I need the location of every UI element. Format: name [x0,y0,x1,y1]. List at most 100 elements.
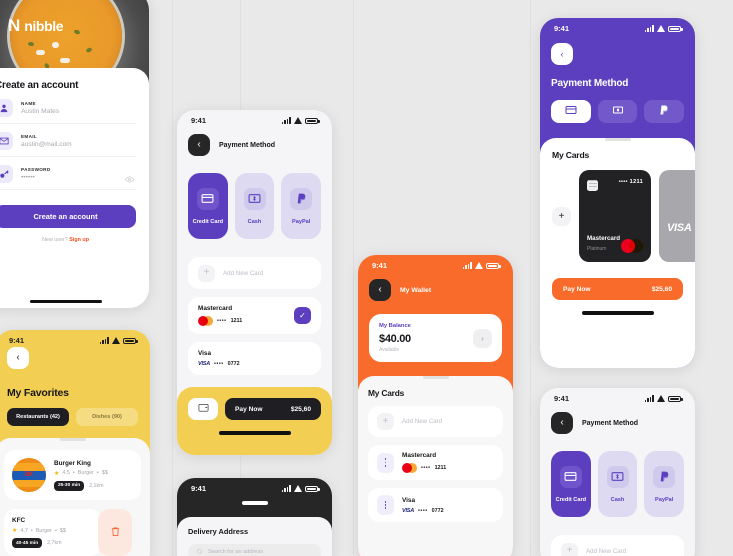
add-new-card-button[interactable]: + Add New Card [368,406,503,437]
card-selected-check-icon[interactable]: ✓ [294,307,311,324]
more-options-icon[interactable] [377,452,394,473]
password-field[interactable]: PASSWORD •••••• [0,157,136,190]
signup-footer: New user? Sign up [0,237,136,243]
chevron-right-icon[interactable]: › [473,328,492,348]
back-button[interactable]: ‹ [551,43,573,65]
favorites-tabs: Restaurants (42) Dishes (90) [7,408,138,426]
credit-card-visa[interactable]: •••• 0772 VISA [659,170,695,262]
home-indicator [581,311,654,315]
card-number: •••• 1211 [402,463,446,473]
map-drag-handle[interactable] [241,501,268,505]
tab-cash[interactable]: Cash [234,173,275,239]
list-item[interactable]: KFC ★ 4,7 • Burger • $$ 40-45 min 2,7km [4,509,101,556]
card-dots: •••• [421,465,431,471]
list-item[interactable]: BK Burger King ★ 4.5 • Burger • $$ 25-30… [4,450,141,500]
layout-guide [530,0,531,556]
search-icon [196,548,203,556]
add-new-card-button[interactable]: + Add New Card [551,535,684,556]
status-icons [644,395,683,402]
wifi-icon [112,337,120,344]
visa-icon: VISA [667,222,692,234]
card-number: VISA •••• 0772 [402,508,444,514]
card-brand: Mastercard [587,235,621,242]
pay-now-amount: $25,60 [290,405,311,413]
plus-icon: + [198,264,215,282]
page-title: Create an account [0,80,79,91]
name-value: Austin Mates [21,108,60,115]
card-name: Mastercard [198,305,233,312]
tab-paypal[interactable]: PayPal [281,173,322,239]
tab-cash[interactable]: Cash [597,451,638,517]
header-row: ‹ Payment Method [551,412,684,434]
balance-card[interactable]: My Balance $40.00 Available › [369,314,502,362]
card-row-visa[interactable]: Visa VISA •••• 0772 [188,342,321,375]
home-indicator [218,431,291,435]
card-tier: Platinum [587,246,607,252]
envelope-icon [0,132,13,150]
back-button[interactable]: ‹ [551,412,573,434]
paypal-icon [658,103,670,121]
tab-credit-card[interactable]: Credit Card [551,451,591,517]
screens-canvas: N nibble Create an account NAME Austin M… [0,0,733,556]
payment-method-tabs: Credit Card Cash PayPal [188,173,322,239]
credit-card-mastercard[interactable]: •••• 1211 Mastercard Platinum [579,170,651,262]
wallet-button[interactable] [188,398,218,420]
screen-delivery-address: 9:41 Delivery Address Search for an addr… [177,478,332,556]
delete-button[interactable] [98,509,132,556]
create-account-button[interactable]: Create an account [0,205,136,228]
status-bar: 9:41 [177,110,332,127]
screen-favorites: 9:41 ‹ My Favorites Restaurants (42) Dis… [0,330,150,556]
wallet-cards-sheet: My Cards + Add New Card Mastercard •••• … [358,376,513,556]
cards-carousel[interactable]: + •••• 1211 Mastercard Platinum •••• 077… [540,170,695,262]
add-card-label: Add New Card [402,418,443,425]
logo-wordmark: nibble [24,17,64,34]
card-row-mastercard[interactable]: Mastercard •••• 1211 ✓ [188,297,321,334]
tab-dishes[interactable]: Dishes (90) [76,408,138,426]
card-row-mastercard[interactable]: Mastercard •••• 1211 [368,445,503,480]
pay-now-button[interactable]: Pay Now $25,60 [225,398,321,420]
status-time: 9:41 [372,261,388,270]
logo-mark-icon: N [8,16,20,35]
sheet-grabber[interactable] [59,438,86,441]
tab-restaurants[interactable]: Restaurants (42) [7,408,69,426]
back-button[interactable]: ‹ [7,347,29,369]
tab-cash[interactable] [597,100,638,123]
sheet-grabber[interactable] [422,376,449,379]
address-search-input[interactable]: Search for an address [188,543,321,556]
card-name: Mastercard [402,452,437,459]
screen-create-account: N nibble Create an account NAME Austin M… [0,0,149,308]
signal-icon [644,395,654,402]
email-field[interactable]: EMAIL austin@mail.com [0,124,136,157]
name-field[interactable]: NAME Austin Mates [0,91,136,124]
payment-method-tabs: Credit Card Cash PayPal [551,451,685,517]
add-card-button[interactable]: + [552,206,571,226]
pay-now-button[interactable]: Pay Now $25,60 [552,278,683,300]
mastercard-icon [621,239,643,253]
wifi-icon [657,25,665,32]
card-dots: •••• [214,361,224,367]
more-options-icon[interactable] [377,495,394,515]
card-name: Visa [198,350,212,357]
user-icon [0,99,13,117]
back-button[interactable]: ‹ [188,134,210,156]
add-card-label: Add New Card [586,547,627,555]
eye-icon[interactable] [125,171,134,183]
status-time: 9:41 [554,24,570,33]
tab-paypal[interactable]: PayPal [644,451,685,517]
add-new-card-button[interactable]: + Add New Card [188,257,321,289]
restaurant-delivery: 40-45 min 2,7km [12,538,93,548]
tab-credit-card[interactable] [551,100,591,123]
plus-icon: + [377,413,394,430]
tab-paypal[interactable] [644,100,685,123]
card-dots: •••• [217,318,227,324]
sheet-grabber[interactable] [604,138,631,141]
tab-credit-card[interactable]: Credit Card [188,173,228,239]
card-dots: •••• [418,507,428,514]
back-button[interactable]: ‹ [369,279,391,301]
status-icons [99,337,138,344]
screen-payment-method-purple: 9:41 ‹ Payment Method My Cards + •••• 12… [540,18,695,368]
tab-label: Cash [247,218,262,225]
card-row-visa[interactable]: Visa VISA •••• 0772 [368,488,503,522]
signup-link[interactable]: Sign up [69,237,89,243]
signup-footer-prefix: New user? [41,237,70,243]
